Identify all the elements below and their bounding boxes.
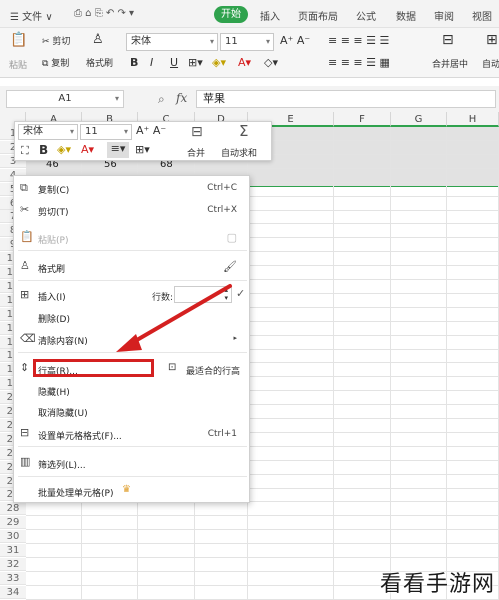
annotation-arrow bbox=[116, 284, 232, 352]
watermark: 看看手游网 bbox=[379, 572, 495, 597]
